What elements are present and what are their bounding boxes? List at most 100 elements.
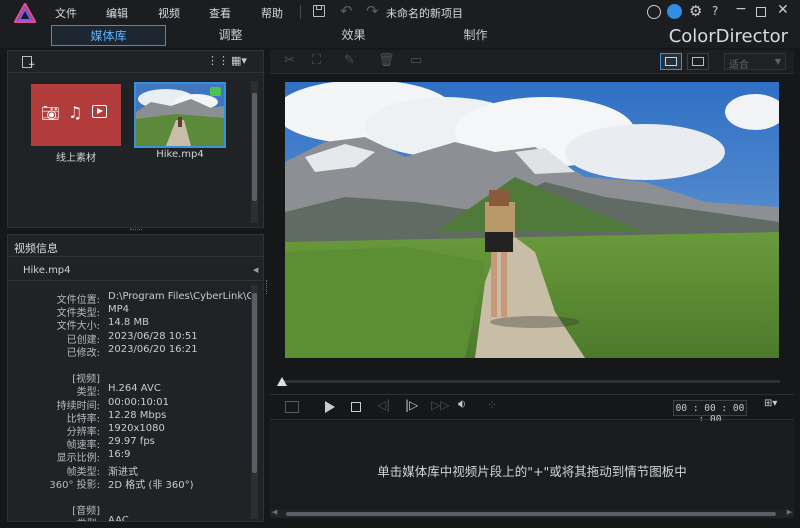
info-row xyxy=(8,489,256,502)
help-icon[interactable]: ? xyxy=(712,4,718,18)
info-row: 文件大小: 14.8 MB xyxy=(8,317,256,332)
player-controls: ◁| |▷ ▷▷ 🔉︎ ⁘ 00 : 00 : 00 : 00 ⊞▾ xyxy=(270,394,794,425)
info-row: [音频] xyxy=(8,502,256,517)
grid-view-icon[interactable]: ▦▾ xyxy=(231,54,247,67)
info-value: D:\Program Files\CyberLink\Color... xyxy=(108,291,256,302)
timecode-display[interactable]: 00 : 00 : 00 : 00 xyxy=(673,400,747,425)
import-media-icon[interactable]: + xyxy=(22,56,36,70)
info-row: 分辨率: 1920x1080 xyxy=(8,423,256,438)
info-row: 类型: AAC xyxy=(8,515,256,521)
info-list: 文件位置:D:\Program Files\CyberLink\Color...… xyxy=(8,291,256,521)
compare-view-icon[interactable] xyxy=(660,53,682,70)
preview-frame-image xyxy=(285,82,779,358)
previous-frame-icon[interactable]: ◁| xyxy=(377,398,390,412)
info-row: 帧速率: 29.97 fps xyxy=(8,436,256,451)
info-row: 已创建: 2023/06/28 10:51 xyxy=(8,330,256,346)
title-bar: 文件 编辑 视频 查看 帮助 ↶ ↷ 未命名的新项目 ⚙ ? − ✕ xyxy=(0,0,800,24)
snapshot-icon[interactable]: ⁘ xyxy=(487,398,497,412)
info-value: 29.97 fps xyxy=(108,436,155,448)
single-view-icon[interactable] xyxy=(687,53,709,70)
collapse-arrow-icon[interactable]: ◀ xyxy=(253,266,258,274)
clip-badge-icon xyxy=(210,87,221,96)
video-icon xyxy=(92,105,107,118)
info-row xyxy=(8,357,256,370)
info-scrollbar[interactable] xyxy=(251,285,258,519)
menu-edit[interactable]: 编辑 xyxy=(106,5,128,21)
menu-file[interactable]: 文件 xyxy=(55,5,77,21)
info-row: 类型: H.264 AVC xyxy=(8,383,256,398)
info-row: 360° 投影: 2D 格式 (非 360°) xyxy=(8,476,256,491)
pen-icon[interactable]: ✎ xyxy=(344,53,355,68)
info-row: 文件位置:D:\Program Files\CyberLink\Color... xyxy=(8,291,256,306)
info-key: 类型: xyxy=(77,515,100,521)
seek-handle[interactable] xyxy=(277,377,287,386)
storyboard-area[interactable]: 单击媒体库中视频片段上的"+"或将其拖动到情节图板中 xyxy=(270,421,794,514)
video-clip-tile[interactable] xyxy=(134,82,226,148)
info-value: MP4 xyxy=(108,304,130,316)
mode-toggle-icon[interactable] xyxy=(285,401,299,413)
maximize-icon[interactable] xyxy=(756,7,766,17)
notification-icon[interactable] xyxy=(667,4,682,19)
close-icon[interactable]: ✕ xyxy=(777,2,789,18)
video-preview[interactable] xyxy=(285,82,779,358)
app-logo-icon xyxy=(12,1,38,24)
camera-icon: 📷︎ xyxy=(41,104,61,122)
video-clip-label: Hike.mp4 xyxy=(156,149,204,160)
storyboard-hint: 单击媒体库中视频片段上的"+"或将其拖动到情节图板中 xyxy=(377,464,687,479)
info-row: 比特率: 12.28 Mbps xyxy=(8,410,256,425)
undo-icon[interactable]: ↶ xyxy=(340,2,353,20)
info-row: 文件类型: MP4 xyxy=(8,304,256,319)
redo-icon[interactable]: ↷ xyxy=(366,2,379,20)
volume-icon[interactable]: 🔉︎ xyxy=(458,397,466,412)
info-value: 00:00:10:01 xyxy=(108,396,170,408)
minimize-icon[interactable]: − xyxy=(735,1,747,17)
online-media-tile[interactable]: 📷︎ ♫ xyxy=(31,84,121,146)
info-value: 2023/06/28 10:51 xyxy=(108,330,198,342)
info-value: 2023/06/20 16:21 xyxy=(108,343,198,355)
info-value: AAC xyxy=(108,515,129,521)
file-name-row: Hike.mp4 ◀ xyxy=(8,263,263,281)
info-row: 持续时间: 00:00:10:01 xyxy=(8,396,256,412)
video-info-panel: 视频信息 Hike.mp4 ◀ 文件位置: D:\Program Files\Cy… xyxy=(7,234,264,522)
vertical-splitter-handle[interactable] xyxy=(266,280,269,294)
save-icon[interactable] xyxy=(313,5,325,17)
delete-icon[interactable]: 🗑︎ xyxy=(378,53,395,68)
account-icon[interactable] xyxy=(647,5,661,19)
play-icon[interactable] xyxy=(325,401,335,413)
menu-help[interactable]: 帮助 xyxy=(261,5,283,21)
media-scrollbar[interactable] xyxy=(251,81,258,223)
info-value: 1920x1080 xyxy=(108,423,165,434)
settings-icon[interactable]: ⚙ xyxy=(689,2,702,20)
menu-watch[interactable]: 查看 xyxy=(209,5,231,21)
storyboard-scrollbar[interactable]: ◀ ▶ xyxy=(270,508,794,518)
tab-produce[interactable]: 制作 xyxy=(418,25,533,46)
info-value: H.264 AVC xyxy=(108,383,161,395)
zoom-fit-select[interactable]: 适合 ▼ xyxy=(724,53,786,71)
crop-icon[interactable]: ⛶ xyxy=(312,53,321,68)
fast-forward-icon[interactable]: ▷▷ xyxy=(431,398,449,412)
preview-seek-bar[interactable] xyxy=(280,380,780,383)
tab-effects[interactable]: 效果 xyxy=(296,25,411,46)
menu-view[interactable]: 视频 xyxy=(158,5,180,21)
next-frame-icon[interactable]: |▷ xyxy=(405,398,418,412)
info-value: 14.8 MB xyxy=(108,317,149,329)
tab-media-library[interactable]: 媒体库 xyxy=(51,25,166,46)
file-name: Hike.mp4 xyxy=(23,265,71,276)
transform-icon[interactable]: ▭ xyxy=(410,53,422,68)
info-row: 已修改: 2023/06/20 16:21 xyxy=(8,343,256,359)
scissors-icon[interactable]: ✂ xyxy=(284,53,295,68)
brand-name: ColorDirector xyxy=(668,26,788,47)
list-view-icon[interactable]: ⋮⋮ xyxy=(207,54,229,67)
menu-divider xyxy=(300,5,301,19)
info-row: 显示比例: 16:9 xyxy=(8,449,256,464)
music-icon: ♫ xyxy=(68,103,83,122)
output-settings-icon[interactable]: ⊞▾ xyxy=(764,398,777,409)
info-value: 16:9 xyxy=(108,449,131,461)
edit-toolbar: ✂ ⛶ ✎ 🗑︎ ▭ 适合 ▼ xyxy=(270,50,794,74)
info-row: [视频] xyxy=(8,370,256,385)
video-info-title: 视频信息 xyxy=(14,242,58,255)
panel-splitter-handle[interactable] xyxy=(130,229,142,232)
info-row: 帧类型: 渐进式 xyxy=(8,463,256,478)
tab-adjust[interactable]: 调整 xyxy=(173,25,288,46)
stop-icon[interactable] xyxy=(351,402,361,412)
